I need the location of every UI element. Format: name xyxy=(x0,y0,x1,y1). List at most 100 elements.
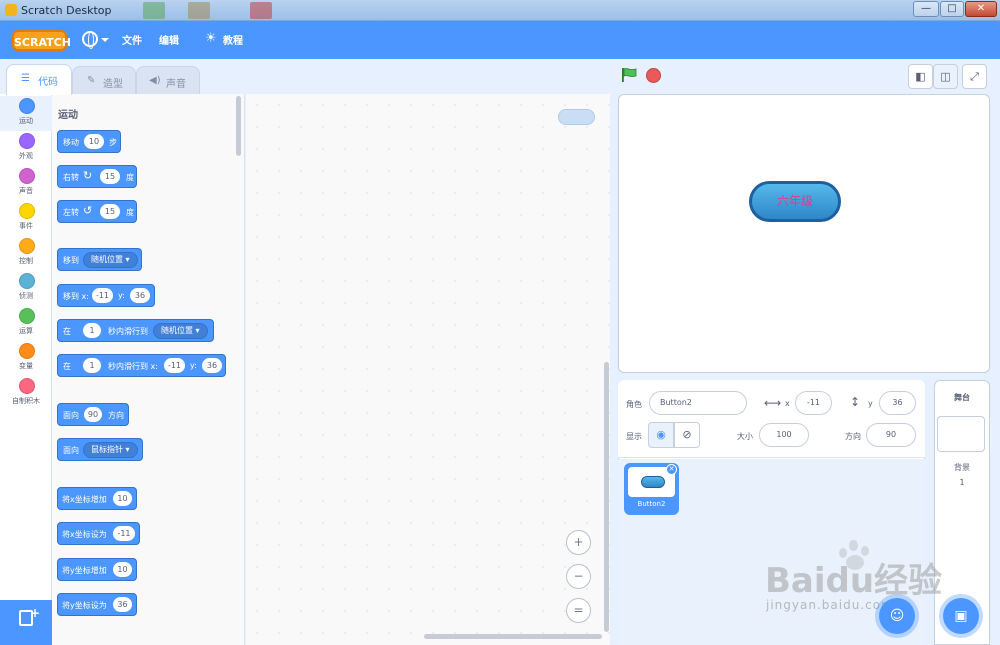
tab-sounds[interactable]: ◀) 声音 xyxy=(136,66,200,94)
dropdown-value: 鼠标指针 xyxy=(91,445,123,454)
block-text: 秒内滑行到 x: xyxy=(108,362,158,371)
small-stage-button[interactable]: ◧ xyxy=(908,64,933,89)
category-control[interactable]: 控制 xyxy=(0,236,52,271)
block-input[interactable]: 36 xyxy=(130,288,150,303)
block-text: 在 xyxy=(63,327,71,336)
show-hidden-button[interactable]: ⊘ xyxy=(674,422,700,448)
choose-sprite-button[interactable]: ☺ xyxy=(879,598,915,634)
block-input[interactable]: 36 xyxy=(113,597,132,612)
block-dropdown[interactable]: 随机位置 ▾ xyxy=(83,252,138,268)
block-input[interactable]: 36 xyxy=(202,358,222,373)
category-sound[interactable]: 声音 xyxy=(0,166,52,201)
block-dropdown[interactable]: 鼠标指针 ▾ xyxy=(83,442,138,458)
block-glide[interactable]: 在 1 秒内滑行到 随机位置 ▾ xyxy=(57,319,214,342)
block-input[interactable]: -11 xyxy=(164,358,185,373)
add-extension-button[interactable]: + xyxy=(0,600,52,645)
category-my-blocks[interactable]: 自制积木 xyxy=(0,376,52,411)
scratch-logo[interactable]: SCRATCH xyxy=(12,30,71,51)
block-input[interactable]: 10 xyxy=(113,491,132,506)
block-input[interactable]: -11 xyxy=(92,288,113,303)
block-goto-xy[interactable]: 移到 x: -11 y: 36 xyxy=(57,284,155,307)
menu-tutorials[interactable]: 教程 xyxy=(223,32,243,47)
show-visible-button[interactable]: ◉ xyxy=(648,422,674,448)
workspace-horizontal-scrollbar[interactable] xyxy=(424,634,602,639)
script-workspace[interactable] xyxy=(246,94,610,645)
sprite-thumbnail-button2[interactable]: Button2 ✕ xyxy=(624,463,679,515)
category-label: 侦测 xyxy=(19,292,33,300)
category-operators[interactable]: 运算 xyxy=(0,306,52,341)
taskbar-thumb xyxy=(188,2,210,19)
block-dropdown[interactable]: 随机位置 ▾ xyxy=(153,323,208,339)
block-input[interactable]: 90 xyxy=(84,407,102,422)
block-text: 将y坐标设为 xyxy=(62,601,107,610)
fullscreen-button[interactable]: ⤢ xyxy=(962,64,987,89)
category-dot xyxy=(19,98,35,114)
block-input[interactable]: 15 xyxy=(100,204,120,219)
zoom-reset-button[interactable]: = xyxy=(566,598,591,623)
x-input[interactable]: -11 xyxy=(795,391,832,415)
window-title-bar: Scratch Desktop — □ ✕ xyxy=(0,0,1000,21)
block-glide-xy[interactable]: 在 1 秒内滑行到 x: -11 y: 36 xyxy=(57,354,226,377)
category-looks[interactable]: 外观 xyxy=(0,131,52,166)
block-turn-left[interactable]: 左转 ↺ 15 度 xyxy=(57,200,137,223)
direction-input[interactable]: 90 xyxy=(866,423,916,447)
block-point-direction[interactable]: 面向 90 方向 xyxy=(57,403,129,426)
block-input[interactable]: 10 xyxy=(113,562,132,577)
stage-thumbnail[interactable] xyxy=(937,416,985,452)
chevron-down-icon[interactable] xyxy=(101,38,109,42)
block-point-towards[interactable]: 面向 鼠标指针 ▾ xyxy=(57,438,143,461)
block-change-x[interactable]: 将x坐标增加 10 xyxy=(57,487,137,510)
language-globe-icon[interactable] xyxy=(82,31,98,49)
minimize-button[interactable]: — xyxy=(913,1,939,17)
large-stage-button[interactable]: ◫ xyxy=(933,64,958,89)
stage-canvas[interactable] xyxy=(618,94,990,373)
green-flag-icon[interactable] xyxy=(621,67,637,83)
block-turn-right[interactable]: 右转 ↻ 15 度 xyxy=(57,165,137,188)
sprite-thumbnail-name: Button2 xyxy=(637,500,666,508)
sprite-mini-preview xyxy=(641,476,665,488)
tab-code[interactable]: ☰ 代码 xyxy=(6,64,72,95)
lightbulb-icon[interactable]: ☀ xyxy=(205,31,217,46)
y-label: y xyxy=(868,399,873,408)
block-text: 移到 xyxy=(63,256,79,265)
sprite-name-input[interactable]: Button2 xyxy=(649,391,747,415)
stage-target-title: 舞台 xyxy=(954,393,970,402)
y-input[interactable]: 36 xyxy=(879,391,916,415)
block-set-y[interactable]: 将y坐标设为 36 xyxy=(57,593,137,616)
palette-scrollbar[interactable] xyxy=(236,96,241,156)
category-events[interactable]: 事件 xyxy=(0,201,52,236)
choose-backdrop-button[interactable]: ▣ xyxy=(943,598,979,634)
block-set-x[interactable]: 将x坐标设为 -11 xyxy=(57,522,140,545)
stop-button[interactable] xyxy=(646,68,661,83)
maximize-button[interactable]: □ xyxy=(940,1,964,17)
block-move-steps[interactable]: 移动 10 步 xyxy=(57,130,121,153)
zoom-in-button[interactable]: + xyxy=(566,530,591,555)
zoom-out-button[interactable]: − xyxy=(566,564,591,589)
size-input[interactable]: 100 xyxy=(759,423,809,447)
delete-sprite-icon[interactable]: ✕ xyxy=(666,464,677,475)
tab-label: 声音 xyxy=(166,79,186,90)
category-label: 运算 xyxy=(19,327,33,335)
menu-file[interactable]: 文件 xyxy=(122,32,142,47)
tab-costumes[interactable]: ✎ 造型 xyxy=(72,66,136,94)
block-input[interactable]: 15 xyxy=(100,169,120,184)
menu-edit[interactable]: 编辑 xyxy=(159,32,179,47)
category-sensing[interactable]: 侦测 xyxy=(0,271,52,306)
stage-sprite-button2[interactable]: 六年级 xyxy=(749,181,841,222)
block-input[interactable]: -11 xyxy=(113,526,135,541)
category-motion[interactable]: 运动 xyxy=(0,96,52,131)
block-text: y: xyxy=(190,361,197,370)
block-text: 步 xyxy=(109,138,117,147)
block-input[interactable]: 1 xyxy=(83,323,101,338)
block-change-y[interactable]: 将y坐标增加 10 xyxy=(57,558,137,581)
block-input[interactable]: 1 xyxy=(83,358,101,373)
category-dot xyxy=(19,378,35,394)
category-variables[interactable]: 变量 xyxy=(0,341,52,376)
block-goto[interactable]: 移到 随机位置 ▾ xyxy=(57,248,142,271)
category-label: 自制积木 xyxy=(12,397,40,405)
block-input[interactable]: 10 xyxy=(84,134,104,149)
close-button[interactable]: ✕ xyxy=(965,1,997,17)
block-text: 将x坐标增加 xyxy=(62,495,107,504)
workspace-vertical-scrollbar[interactable] xyxy=(604,362,609,632)
category-dot xyxy=(19,168,35,184)
